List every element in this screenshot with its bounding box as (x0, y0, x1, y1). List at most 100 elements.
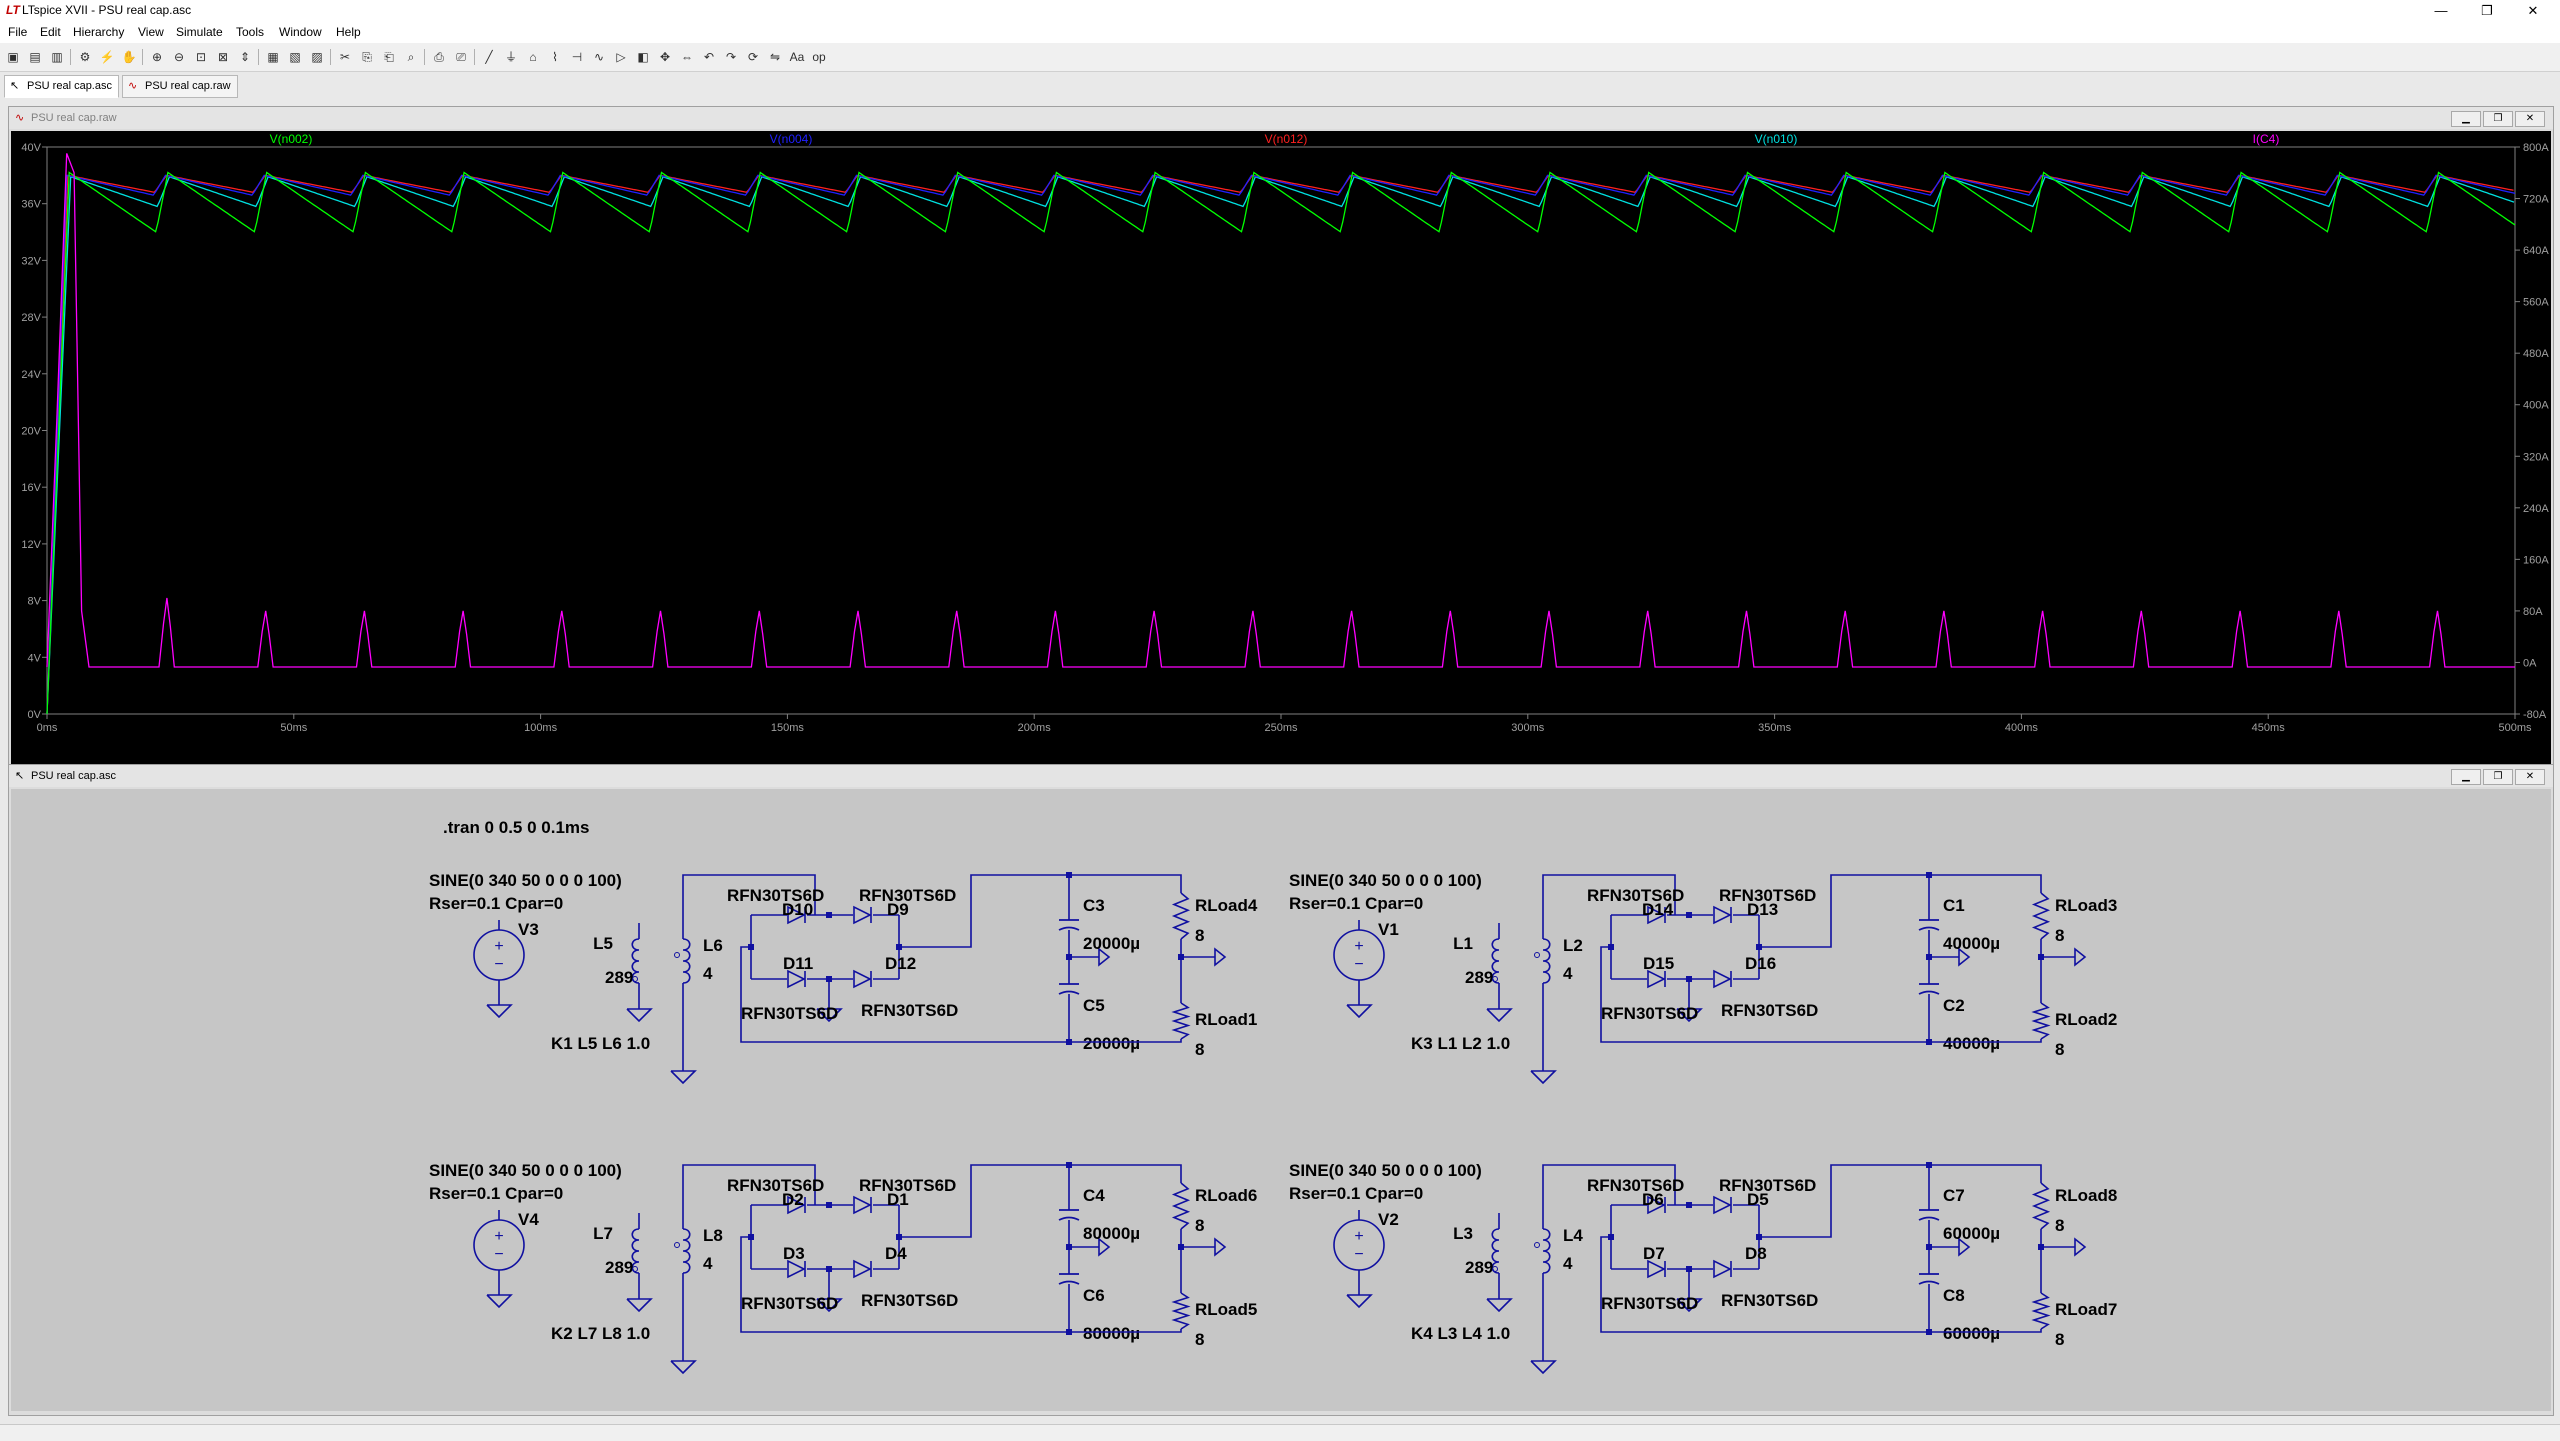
diode-tl-name[interactable]: D2 (782, 1190, 804, 1209)
ground-icon[interactable]: ⏚ (502, 48, 520, 66)
diode-model-label[interactable]: RFN30TS6D (861, 1291, 958, 1310)
wire[interactable] (1929, 874, 2042, 893)
diode-model-label[interactable]: RFN30TS6D (861, 1001, 958, 1020)
zoom-fit-icon[interactable]: ⊡ (192, 48, 210, 66)
secondary-inductor-name[interactable]: L6 (703, 936, 723, 955)
trace-name-vn010[interactable]: V(n010) (1755, 132, 1798, 146)
diode-tl-name[interactable]: D6 (1642, 1190, 1664, 1209)
load-resistor-bottom[interactable] (1171, 1002, 1191, 1040)
cut-icon[interactable]: ✂ (336, 48, 354, 66)
redo-icon[interactable]: ↷ (722, 48, 740, 66)
menu-view[interactable]: View (138, 21, 164, 43)
secondary-inductor[interactable] (682, 1228, 691, 1274)
primary-inductor-value[interactable]: 289 (1465, 1258, 1493, 1277)
capacitor-bottom-name[interactable]: C2 (1943, 996, 1965, 1015)
load-resistor-top[interactable] (1171, 892, 1191, 940)
source-rser-params[interactable]: Rser=0.1 Cpar=0 (429, 894, 563, 913)
diode-bl[interactable] (1647, 969, 1666, 989)
load-bottom-name[interactable]: RLoad5 (1195, 1300, 1257, 1319)
spice-directive-icon[interactable]: op (810, 48, 828, 66)
capacitor-bottom-value[interactable]: 80000µ (1083, 1324, 1140, 1343)
capacitor-bottom-name[interactable]: C5 (1083, 996, 1105, 1015)
cascade-icon[interactable]: ▧ (286, 48, 304, 66)
load-top-name[interactable]: RLoad8 (2055, 1186, 2117, 1205)
load-bottom-value[interactable]: 8 (1195, 1330, 1204, 1349)
secondary-inductor-value[interactable]: 4 (1563, 964, 1573, 983)
trace-name-vn004[interactable]: V(n004) (770, 132, 813, 146)
halt-icon[interactable]: ✋ (120, 48, 138, 66)
trace-vn010[interactable] (46, 175, 2515, 715)
coupling-directive[interactable]: K3 L1 L2 1.0 (1411, 1034, 1510, 1053)
control-panel-icon[interactable]: ⚙ (76, 48, 94, 66)
rotate-icon[interactable]: ⟳ (744, 48, 762, 66)
menu-hierarchy[interactable]: Hierarchy (73, 21, 124, 43)
diode-tr[interactable] (853, 1195, 872, 1215)
primary-inductor-name[interactable]: L7 (593, 1224, 613, 1243)
source-sine-params[interactable]: SINE(0 340 50 0 0 0 100) (429, 1161, 622, 1180)
trace-name-vn002[interactable]: V(n002) (270, 132, 313, 146)
load-top-value[interactable]: 8 (2055, 1216, 2064, 1235)
diode-icon[interactable]: ▷ (612, 48, 630, 66)
diode-tr-name[interactable]: D5 (1747, 1190, 1769, 1209)
drag-icon[interactable]: ⇔ (678, 48, 696, 66)
diode-model-label[interactable]: RFN30TS6D (1601, 1004, 1698, 1023)
load-bottom-name[interactable]: RLoad1 (1195, 1010, 1257, 1029)
zoom-out-icon[interactable]: ⊖ (170, 48, 188, 66)
capacitor-bottom-value[interactable]: 40000µ (1943, 1034, 2000, 1053)
source-name[interactable]: V2 (1378, 1210, 1399, 1229)
diode-br[interactable] (853, 969, 872, 989)
wire[interactable] (1069, 874, 1182, 893)
capacitor-top-value[interactable]: 20000µ (1083, 934, 1140, 953)
load-top-value[interactable]: 8 (1195, 926, 1204, 945)
menu-help[interactable]: Help (336, 21, 361, 43)
close-all-icon[interactable]: ▨ (308, 48, 326, 66)
label-icon[interactable]: ⌂ (524, 48, 542, 66)
capacitor-top-name[interactable]: C3 (1083, 896, 1105, 915)
capacitor-top-name[interactable]: C1 (1943, 896, 1965, 915)
close-panel-button[interactable]: ✕ (2515, 769, 2545, 785)
copy-icon[interactable]: ⎘ (358, 48, 376, 66)
diode-bl[interactable] (1647, 1259, 1666, 1279)
diode-tr[interactable] (1713, 1195, 1732, 1215)
diode-tr[interactable] (1713, 905, 1732, 925)
diode-br[interactable] (1713, 1259, 1732, 1279)
diode-model-label[interactable]: RFN30TS6D (727, 1176, 824, 1195)
capacitor-top-value[interactable]: 80000µ (1083, 1224, 1140, 1243)
trace-name-ic4[interactable]: I(C4) (2253, 132, 2280, 146)
mirror-icon[interactable]: ⇋ (766, 48, 784, 66)
diode-bl[interactable] (787, 969, 806, 989)
coupling-directive[interactable]: K4 L3 L4 1.0 (1411, 1324, 1510, 1343)
load-resistor-bottom[interactable] (2031, 1292, 2051, 1330)
trace-vn012[interactable] (46, 174, 2514, 715)
inductor-icon[interactable]: ∿ (590, 48, 608, 66)
capacitor-top-name[interactable]: C7 (1943, 1186, 1965, 1205)
diode-br[interactable] (1713, 969, 1732, 989)
load-bottom-name[interactable]: RLoad7 (2055, 1300, 2117, 1319)
diode-tr-name[interactable]: D13 (1747, 900, 1778, 919)
text-icon[interactable]: Aa (788, 48, 806, 66)
print-icon[interactable]: ⎙ (430, 48, 448, 66)
primary-inductor-value[interactable]: 289 (605, 968, 633, 987)
diode-bl-name[interactable]: D7 (1643, 1244, 1665, 1263)
load-resistor-bottom[interactable] (2031, 1002, 2051, 1040)
capacitor-bottom-value[interactable]: 60000µ (1943, 1324, 2000, 1343)
secondary-inductor[interactable] (682, 938, 691, 984)
menu-simulate[interactable]: Simulate (176, 21, 223, 43)
load-top-name[interactable]: RLoad4 (1195, 896, 1258, 915)
primary-inductor-name[interactable]: L1 (1453, 934, 1473, 953)
secondary-inductor-name[interactable]: L4 (1563, 1226, 1583, 1245)
source-sine-params[interactable]: SINE(0 340 50 0 0 0 100) (1289, 871, 1482, 890)
secondary-inductor-name[interactable]: L2 (1563, 936, 1583, 955)
diode-tr-name[interactable]: D9 (887, 900, 909, 919)
menu-tools[interactable]: Tools (236, 21, 264, 43)
load-bottom-name[interactable]: RLoad2 (2055, 1010, 2117, 1029)
tab-waveform[interactable]: ∿ PSU real cap.raw (122, 75, 238, 98)
move-icon[interactable]: ✥ (656, 48, 674, 66)
restore-panel-button[interactable]: ❐ (2483, 769, 2513, 785)
trace-name-vn012[interactable]: V(n012) (1265, 132, 1308, 146)
schematic-canvas[interactable]: .tran 0 0.5 0 0.1ms SINE(0 340 50 0 0 0 … (11, 789, 2551, 1411)
load-top-value[interactable]: 8 (1195, 1216, 1204, 1235)
new-schematic-icon[interactable]: ▣ (4, 48, 22, 66)
menu-window[interactable]: Window (279, 21, 322, 43)
capacitor-bottom-name[interactable]: C8 (1943, 1286, 1965, 1305)
